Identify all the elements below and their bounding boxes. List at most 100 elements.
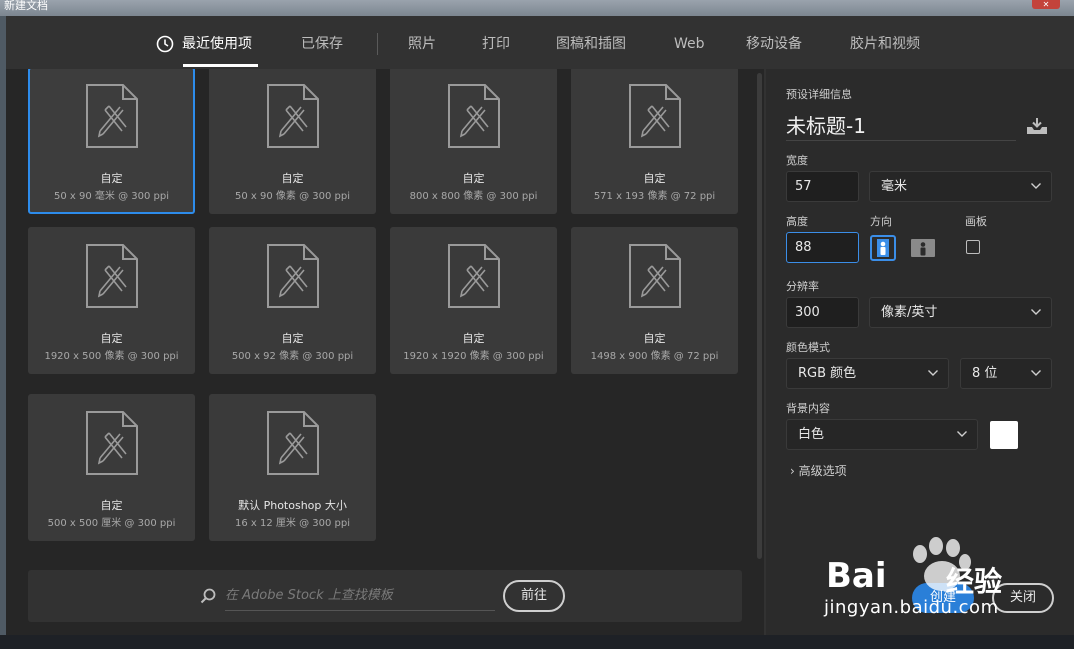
preset-card[interactable]: 自定 800 x 800 像素 @ 300 ppi [390,69,557,214]
search-icon [200,588,216,604]
title-bar: 新建文档 ✕ [0,0,1074,16]
stock-search-input[interactable]: 在 Adobe Stock 上查找模板 [225,585,495,611]
background-select[interactable]: 白色 [786,419,978,450]
preset-spec: 800 x 800 像素 @ 300 ppi [409,191,538,202]
tab-film-video[interactable]: 胶片和视频 [850,35,920,53]
height-label: 高度 [786,215,808,228]
tab-divider [377,33,378,55]
document-icon [267,244,319,308]
preset-spec: 1920 x 1920 像素 @ 300 ppi [403,351,544,362]
advanced-options-toggle[interactable]: › 高级选项 [790,462,847,479]
color-mode-value: RGB 颜色 [798,366,857,381]
document-name-input[interactable]: 未标题-1 [786,113,1016,141]
resolution-label: 分辨率 [786,280,819,293]
tab-photo[interactable]: 照片 [408,35,436,53]
clock-icon [156,35,174,53]
document-icon [86,84,138,148]
document-icon [267,84,319,148]
tab-recent[interactable]: 最近使用项 [182,35,252,53]
color-mode-label: 颜色模式 [786,341,830,354]
document-icon [267,411,319,475]
width-input[interactable]: 57 [786,171,859,202]
watermark-brand-cn: 经验 [946,565,1003,598]
preset-spec: 50 x 90 像素 @ 300 ppi [235,191,350,202]
chevron-down-icon [1031,183,1041,189]
background-value: 白色 [798,427,825,442]
bit-depth-select[interactable]: 8 位 [960,358,1052,389]
bit-depth-value: 8 位 [972,366,998,381]
background-label: 背景内容 [786,402,830,415]
tab-mobile[interactable]: 移动设备 [746,35,802,53]
preset-card[interactable]: 默认 Photoshop 大小 16 x 12 厘米 @ 300 ppi [209,394,376,541]
landscape-orientation-icon[interactable] [910,235,936,261]
preset-name: 自定 [281,332,304,345]
watermark-url: jingyan.baidu.com [824,597,999,618]
preset-name: 自定 [100,172,123,185]
preset-spec: 500 x 92 像素 @ 300 ppi [231,351,354,362]
width-unit-value: 毫米 [881,179,908,194]
document-icon [448,244,500,308]
preset-grid: 自定 50 x 90 毫米 @ 300 ppi 自定 50 x 90 像素 @ … [6,69,756,635]
preset-scrollbar[interactable] [756,69,764,635]
preset-card[interactable]: 自定 571 x 193 像素 @ 72 ppi [571,69,738,214]
chevron-right-icon: › [790,464,795,478]
window-title: 新建文档 [4,0,48,12]
category-tabs: 最近使用项 已保存 照片 打印 图稿和插图 Web 移动设备 胶片和视频 [6,16,1074,69]
chevron-down-icon [928,370,938,376]
preset-details-label: 预设详细信息 [786,88,852,101]
preset-spec: 1498 x 900 像素 @ 72 ppi [590,351,719,362]
chevron-down-icon [1031,309,1041,315]
preset-spec: 16 x 12 厘米 @ 300 ppi [235,518,350,529]
preset-name: 自定 [462,172,485,185]
resolution-input[interactable]: 300 [786,297,859,328]
tab-print[interactable]: 打印 [482,35,510,53]
preset-card[interactable]: 自定 1920 x 1920 像素 @ 300 ppi [390,227,557,374]
document-icon [448,84,500,148]
preset-name: 自定 [462,332,485,345]
artboard-checkbox[interactable] [966,240,980,254]
orientation-label: 方向 [870,215,892,228]
preset-name: 默认 Photoshop 大小 [238,499,347,512]
preset-spec: 50 x 90 毫米 @ 300 ppi [54,191,169,202]
portrait-orientation-icon[interactable] [870,235,896,261]
resolution-unit-select[interactable]: 像素/英寸 [869,297,1052,328]
preset-name: 自定 [100,499,123,512]
preset-spec: 1920 x 500 像素 @ 300 ppi [44,351,179,362]
advanced-options-label: 高级选项 [798,464,847,478]
preset-card[interactable]: 自定 500 x 500 厘米 @ 300 ppi [28,394,195,541]
preset-card[interactable]: 自定 50 x 90 像素 @ 300 ppi [209,69,376,214]
height-input[interactable]: 88 [786,232,859,263]
preset-card[interactable]: 自定 1498 x 900 像素 @ 72 ppi [571,227,738,374]
preset-card[interactable]: 自定 50 x 90 毫米 @ 300 ppi [28,69,195,214]
preset-card[interactable]: 自定 500 x 92 像素 @ 300 ppi [209,227,376,374]
window-bottom-edge [0,635,1074,649]
preset-name: 自定 [643,172,666,185]
active-tab-indicator [183,64,258,67]
window-close-button[interactable]: ✕ [1032,0,1060,9]
preset-card[interactable]: 自定 1920 x 500 像素 @ 300 ppi [28,227,195,374]
resolution-unit-value: 像素/英寸 [881,305,938,320]
preset-details-panel: 预设详细信息 未标题-1 宽度 57 毫米 高度 88 方向 画板 分辨率 30 [766,69,1074,635]
color-mode-select[interactable]: RGB 颜色 [786,358,949,389]
watermark-brand: Bai [826,556,887,596]
tab-saved[interactable]: 已保存 [301,35,343,53]
tab-web[interactable]: Web [674,35,705,53]
background-color-swatch[interactable] [990,421,1018,449]
preset-name: 自定 [100,332,123,345]
preset-spec: 571 x 193 像素 @ 72 ppi [593,191,716,202]
width-label: 宽度 [786,154,808,167]
document-icon [629,244,681,308]
save-preset-icon[interactable] [1026,117,1048,135]
chevron-down-icon [1031,370,1041,376]
document-icon [86,411,138,475]
preset-name: 自定 [643,332,666,345]
go-button[interactable]: 前往 [503,580,565,612]
chevron-down-icon [957,431,967,437]
width-unit-select[interactable]: 毫米 [869,171,1052,202]
stock-search-bar: 在 Adobe Stock 上查找模板 前往 [28,570,742,622]
preset-name: 自定 [281,172,304,185]
tab-art-illustration[interactable]: 图稿和插图 [556,35,626,53]
document-icon [86,244,138,308]
scrollbar-thumb[interactable] [757,73,762,559]
new-document-dialog: 新建文档 ✕ 最近使用项 已保存 照片 打印 图稿和插图 Web 移动设备 胶片… [0,0,1074,649]
